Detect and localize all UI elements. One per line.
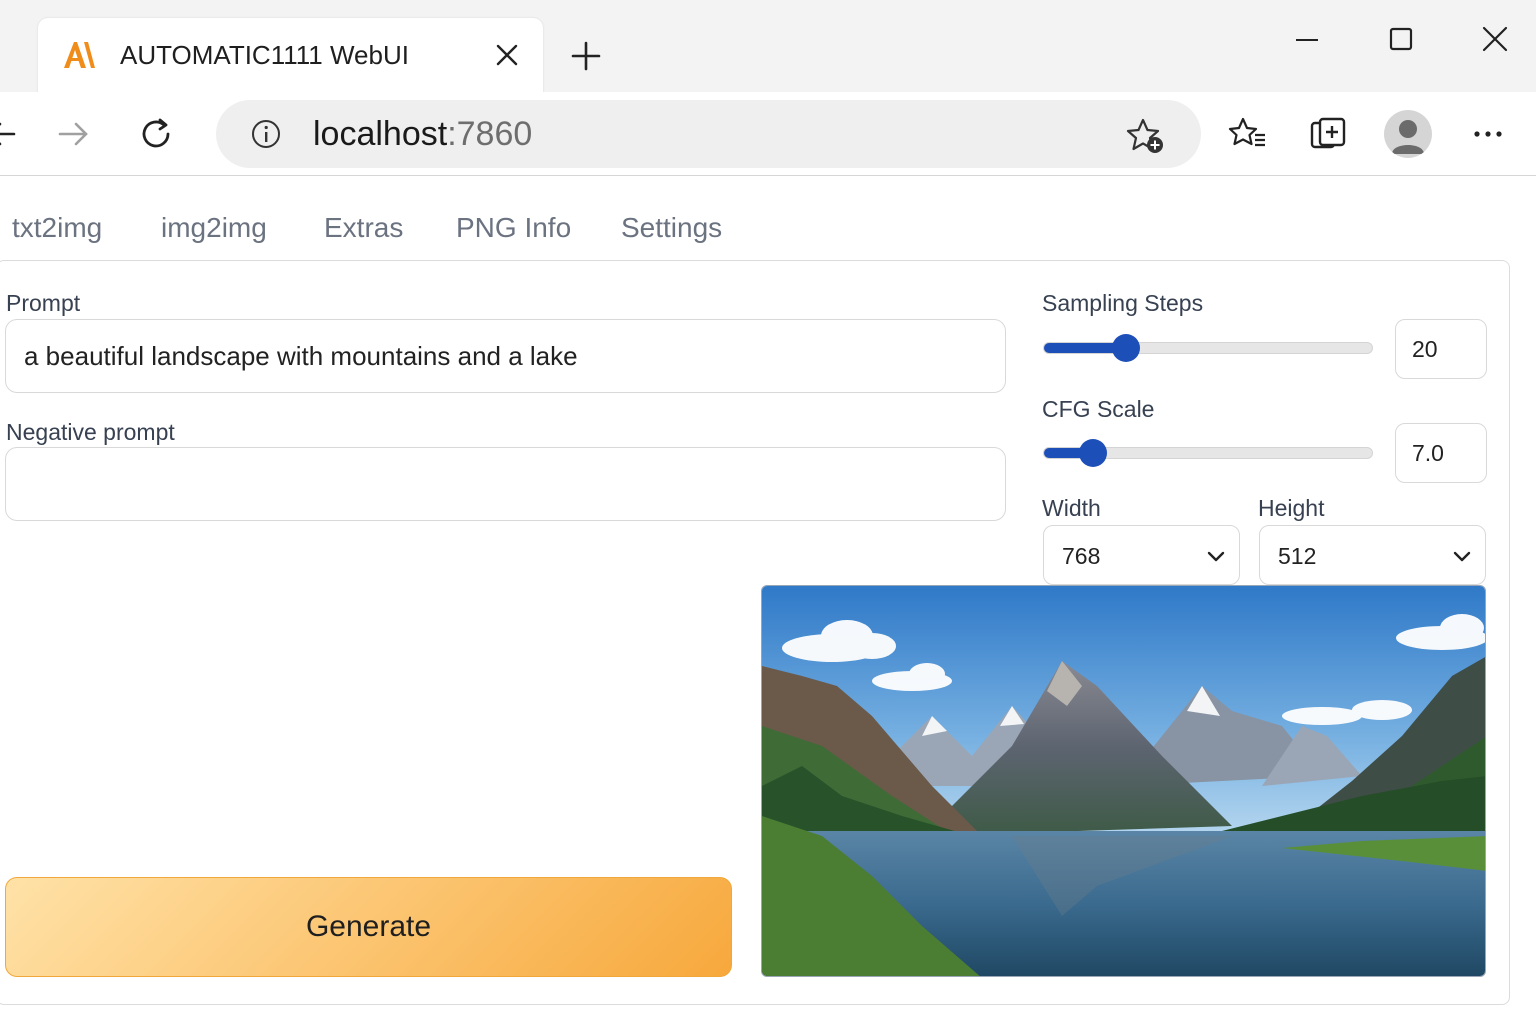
collections-icon[interactable]	[1308, 114, 1348, 154]
height-label: Height	[1258, 495, 1325, 521]
address-port: :7860	[447, 115, 533, 153]
cfg-scale-value: 7.0	[1412, 440, 1444, 466]
generate-button[interactable]: Generate	[5, 877, 732, 977]
width-label: Width	[1042, 495, 1101, 521]
height-value: 512	[1278, 543, 1317, 569]
prompt-value: a beautiful landscape with mountains and…	[24, 341, 578, 371]
chevron-down-icon	[1453, 551, 1471, 562]
tab-settings[interactable]: Settings	[621, 212, 722, 244]
sampling-steps-slider[interactable]	[1043, 334, 1373, 362]
close-tab-icon[interactable]	[494, 42, 520, 68]
cfg-scale-slider[interactable]	[1043, 439, 1373, 467]
site-info-icon[interactable]	[250, 118, 282, 150]
reload-icon[interactable]	[136, 114, 176, 154]
landscape-image	[762, 586, 1485, 976]
negative-prompt-input[interactable]	[5, 447, 1006, 521]
generate-label: Generate	[305, 910, 432, 943]
output-image[interactable]	[761, 585, 1486, 977]
favorites-icon[interactable]	[1228, 114, 1268, 154]
address-host: localhost	[313, 115, 448, 153]
height-select[interactable]: 512	[1259, 525, 1486, 585]
width-select[interactable]: 768	[1043, 525, 1240, 585]
back-arrow-icon[interactable]	[0, 114, 22, 154]
cfg-scale-label: CFG Scale	[1042, 396, 1155, 422]
add-favorite-icon[interactable]	[1126, 116, 1166, 156]
forward-arrow-icon[interactable]	[54, 114, 94, 154]
sampling-steps-thumb[interactable]	[1112, 334, 1140, 362]
profile-avatar[interactable]	[1384, 110, 1432, 158]
more-options-icon[interactable]	[1468, 114, 1508, 154]
cfg-scale-thumb[interactable]	[1079, 439, 1108, 467]
cfg-scale-number[interactable]: 7.0	[1395, 423, 1487, 483]
browser-tab[interactable]: AUTOMATIC1111 WebUI	[38, 18, 543, 94]
webui-tabs: txt2img img2img Extras PNG Info Settings	[0, 176, 1536, 262]
tab-title: AUTOMATIC1111 WebUI	[120, 40, 409, 70]
sampling-steps-value: 20	[1412, 336, 1438, 362]
tab-txt2img[interactable]: txt2img	[12, 212, 102, 244]
chevron-down-icon	[1207, 551, 1225, 562]
person-icon	[1392, 120, 1424, 154]
sampling-steps-label: Sampling Steps	[1042, 290, 1204, 316]
window-minimize-icon[interactable]	[1292, 24, 1322, 54]
address-url[interactable]: localhost:7860	[313, 115, 532, 154]
tab-extras[interactable]: Extras	[324, 212, 403, 244]
new-tab-plus-icon[interactable]	[570, 40, 602, 72]
prompt-input[interactable]: a beautiful landscape with mountains and…	[5, 319, 1006, 393]
negative-prompt-label: Negative prompt	[6, 419, 175, 445]
browser-toolbar: localhost:7860	[0, 92, 1536, 176]
window-maximize-icon[interactable]	[1386, 24, 1416, 54]
browser-titlebar: AUTOMATIC1111 WebUI	[0, 0, 1536, 94]
automatic1111-logo-icon	[64, 42, 95, 68]
prompt-label: Prompt	[6, 290, 81, 316]
address-bar[interactable]: localhost:7860	[216, 100, 1201, 168]
width-value: 768	[1062, 543, 1101, 569]
tab-img2img[interactable]: img2img	[161, 212, 267, 244]
sampling-steps-number[interactable]: 20	[1395, 319, 1487, 379]
window-close-icon[interactable]	[1480, 24, 1510, 54]
tab-png-info[interactable]: PNG Info	[456, 212, 571, 244]
